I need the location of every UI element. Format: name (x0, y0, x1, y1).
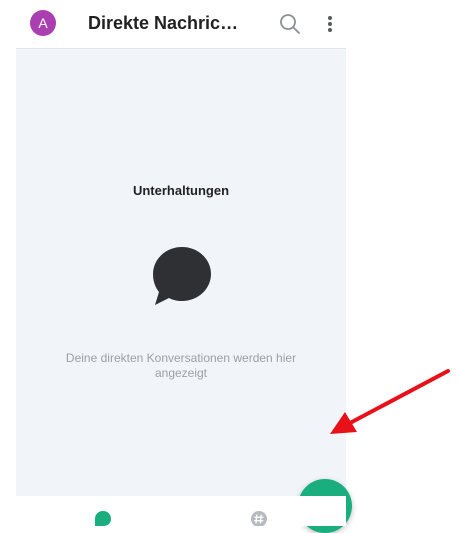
chat-bubble-icon (95, 511, 111, 526)
nav-item-direct-messages[interactable] (94, 510, 112, 526)
chat-bubble-icon (151, 245, 213, 307)
hashtag-icon (251, 511, 267, 527)
more-options-button[interactable] (322, 12, 338, 36)
page-title: Direkte Nachric… (88, 13, 239, 33)
search-icon (280, 14, 300, 34)
more-vertical-icon (328, 16, 332, 32)
bottom-navigation (16, 496, 346, 527)
nav-item-channels[interactable] (250, 510, 268, 527)
search-button[interactable] (278, 12, 302, 36)
empty-state-description: Deine direkten Konversationen werden hie… (65, 351, 297, 380)
app-header: A Direkte Nachric… (16, 0, 346, 48)
empty-state-title: Unterhaltungen (132, 183, 230, 198)
conversation-list-empty: Unterhaltungen Deine direkten Konversati… (16, 48, 352, 533)
avatar[interactable]: A (30, 10, 56, 36)
